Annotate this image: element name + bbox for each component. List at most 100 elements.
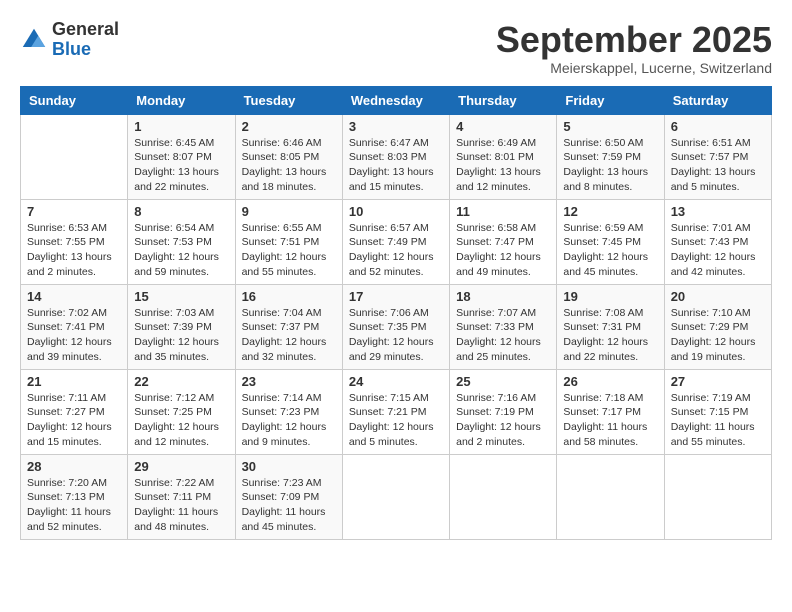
calendar-cell: 16Sunrise: 7:04 AMSunset: 7:37 PMDayligh…: [235, 284, 342, 369]
calendar-week-row: 14 Sunrise: 7:02 AMSunset: 7:41 PMDayligh…: [21, 284, 772, 369]
day-number: 22: [134, 374, 228, 389]
calendar-cell: [342, 454, 449, 539]
day-number: 8: [134, 204, 228, 219]
calendar-cell: 20Sunrise: 7:10 AMSunset: 7:29 PMDayligh…: [664, 284, 771, 369]
day-number: 27: [671, 374, 765, 389]
day-number: 21: [27, 374, 121, 389]
day-info: Sunrise: 7:04 AMSunset: 7:37 PMDaylight:…: [242, 306, 336, 365]
weekday-header-thursday: Thursday: [450, 86, 557, 114]
logo: General Blue: [20, 20, 119, 60]
day-info: Sunrise: 7:22 AMSunset: 7:11 PMDaylight:…: [134, 476, 228, 535]
calendar-cell: 2 Sunrise: 6:46 AMSunset: 8:05 PMDaylight…: [235, 114, 342, 199]
weekday-header-wednesday: Wednesday: [342, 86, 449, 114]
day-number: 29: [134, 459, 228, 474]
day-number: 7: [27, 204, 121, 219]
logo-blue-text: Blue: [52, 39, 91, 59]
calendar-cell: 25 Sunrise: 7:16 AMSunset: 7:19 PMDayligh…: [450, 369, 557, 454]
calendar-cell: 24 Sunrise: 7:15 AMSunset: 7:21 PMDayligh…: [342, 369, 449, 454]
calendar-cell: 12 Sunrise: 6:59 AMSunset: 7:45 PMDayligh…: [557, 199, 664, 284]
day-info: Sunrise: 6:51 AMSunset: 7:57 PMDaylight:…: [671, 136, 765, 195]
page-header: General Blue September 2025 Meierskappel…: [20, 20, 772, 76]
calendar-cell: 26 Sunrise: 7:18 AMSunset: 7:17 PMDayligh…: [557, 369, 664, 454]
calendar-cell: 8 Sunrise: 6:54 AMSunset: 7:53 PMDaylight…: [128, 199, 235, 284]
day-number: 18: [456, 289, 550, 304]
day-info: Sunrise: 7:02 AMSunset: 7:41 PMDaylight:…: [27, 306, 121, 365]
calendar-table: SundayMondayTuesdayWednesdayThursdayFrid…: [20, 86, 772, 540]
weekday-header-friday: Friday: [557, 86, 664, 114]
day-info: Sunrise: 6:53 AMSunset: 7:55 PMDaylight:…: [27, 221, 121, 280]
day-info: Sunrise: 6:50 AMSunset: 7:59 PMDaylight:…: [563, 136, 657, 195]
day-info: Sunrise: 6:49 AMSunset: 8:01 PMDaylight:…: [456, 136, 550, 195]
calendar-cell: 18 Sunrise: 7:07 AMSunset: 7:33 PMDayligh…: [450, 284, 557, 369]
calendar-cell: 27 Sunrise: 7:19 AMSunset: 7:15 PMDayligh…: [664, 369, 771, 454]
day-number: 28: [27, 459, 121, 474]
calendar-cell: 4Sunrise: 6:49 AMSunset: 8:01 PMDaylight…: [450, 114, 557, 199]
calendar-week-row: 28 Sunrise: 7:20 AMSunset: 7:13 PMDayligh…: [21, 454, 772, 539]
weekday-header-row: SundayMondayTuesdayWednesdayThursdayFrid…: [21, 86, 772, 114]
day-info: Sunrise: 7:15 AMSunset: 7:21 PMDaylight:…: [349, 391, 443, 450]
calendar-cell: 17 Sunrise: 7:06 AMSunset: 7:35 PMDayligh…: [342, 284, 449, 369]
day-info: Sunrise: 6:58 AMSunset: 7:47 PMDaylight:…: [456, 221, 550, 280]
title-block: September 2025 Meierskappel, Lucerne, Sw…: [496, 20, 772, 76]
day-number: 2: [242, 119, 336, 134]
day-number: 20: [671, 289, 765, 304]
day-number: 11: [456, 204, 550, 219]
calendar-cell: 13 Sunrise: 7:01 AMSunset: 7:43 PMDayligh…: [664, 199, 771, 284]
day-number: 1: [134, 119, 228, 134]
calendar-cell: 19 Sunrise: 7:08 AMSunset: 7:31 PMDayligh…: [557, 284, 664, 369]
day-info: Sunrise: 7:16 AMSunset: 7:19 PMDaylight:…: [456, 391, 550, 450]
logo-general-text: General: [52, 19, 119, 39]
calendar-week-row: 21 Sunrise: 7:11 AMSunset: 7:27 PMDayligh…: [21, 369, 772, 454]
day-info: Sunrise: 7:07 AMSunset: 7:33 PMDaylight:…: [456, 306, 550, 365]
calendar-cell: 3Sunrise: 6:47 AMSunset: 8:03 PMDaylight…: [342, 114, 449, 199]
day-number: 12: [563, 204, 657, 219]
day-info: Sunrise: 7:23 AMSunset: 7:09 PMDaylight:…: [242, 476, 336, 535]
day-info: Sunrise: 6:57 AMSunset: 7:49 PMDaylight:…: [349, 221, 443, 280]
day-info: Sunrise: 6:46 AMSunset: 8:05 PMDaylight:…: [242, 136, 336, 195]
day-number: 14: [27, 289, 121, 304]
day-info: Sunrise: 7:18 AMSunset: 7:17 PMDaylight:…: [563, 391, 657, 450]
day-info: Sunrise: 6:54 AMSunset: 7:53 PMDaylight:…: [134, 221, 228, 280]
calendar-cell: [557, 454, 664, 539]
day-info: Sunrise: 6:55 AMSunset: 7:51 PMDaylight:…: [242, 221, 336, 280]
logo-icon: [20, 26, 48, 54]
day-info: Sunrise: 7:12 AMSunset: 7:25 PMDaylight:…: [134, 391, 228, 450]
day-number: 26: [563, 374, 657, 389]
day-info: Sunrise: 6:47 AMSunset: 8:03 PMDaylight:…: [349, 136, 443, 195]
weekday-header-tuesday: Tuesday: [235, 86, 342, 114]
calendar-week-row: 1 Sunrise: 6:45 AMSunset: 8:07 PMDaylight…: [21, 114, 772, 199]
day-info: Sunrise: 7:08 AMSunset: 7:31 PMDaylight:…: [563, 306, 657, 365]
day-number: 25: [456, 374, 550, 389]
day-info: Sunrise: 7:20 AMSunset: 7:13 PMDaylight:…: [27, 476, 121, 535]
calendar-cell: 6 Sunrise: 6:51 AMSunset: 7:57 PMDaylight…: [664, 114, 771, 199]
day-info: Sunrise: 7:01 AMSunset: 7:43 PMDaylight:…: [671, 221, 765, 280]
day-number: 15: [134, 289, 228, 304]
calendar-cell: 7 Sunrise: 6:53 AMSunset: 7:55 PMDaylight…: [21, 199, 128, 284]
calendar-cell: 1 Sunrise: 6:45 AMSunset: 8:07 PMDaylight…: [128, 114, 235, 199]
day-number: 23: [242, 374, 336, 389]
calendar-cell: [664, 454, 771, 539]
calendar-cell: 30Sunrise: 7:23 AMSunset: 7:09 PMDayligh…: [235, 454, 342, 539]
day-number: 19: [563, 289, 657, 304]
calendar-cell: 9Sunrise: 6:55 AMSunset: 7:51 PMDaylight…: [235, 199, 342, 284]
weekday-header-sunday: Sunday: [21, 86, 128, 114]
calendar-cell: [450, 454, 557, 539]
calendar-cell: 14 Sunrise: 7:02 AMSunset: 7:41 PMDayligh…: [21, 284, 128, 369]
calendar-week-row: 7 Sunrise: 6:53 AMSunset: 7:55 PMDaylight…: [21, 199, 772, 284]
calendar-cell: 21 Sunrise: 7:11 AMSunset: 7:27 PMDayligh…: [21, 369, 128, 454]
day-number: 6: [671, 119, 765, 134]
day-info: Sunrise: 6:59 AMSunset: 7:45 PMDaylight:…: [563, 221, 657, 280]
day-info: Sunrise: 7:06 AMSunset: 7:35 PMDaylight:…: [349, 306, 443, 365]
day-number: 24: [349, 374, 443, 389]
day-number: 17: [349, 289, 443, 304]
day-info: Sunrise: 7:19 AMSunset: 7:15 PMDaylight:…: [671, 391, 765, 450]
calendar-cell: 5Sunrise: 6:50 AMSunset: 7:59 PMDaylight…: [557, 114, 664, 199]
day-info: Sunrise: 6:45 AMSunset: 8:07 PMDaylight:…: [134, 136, 228, 195]
calendar-cell: 22 Sunrise: 7:12 AMSunset: 7:25 PMDayligh…: [128, 369, 235, 454]
day-info: Sunrise: 7:11 AMSunset: 7:27 PMDaylight:…: [27, 391, 121, 450]
month-title: September 2025: [496, 20, 772, 60]
day-info: Sunrise: 7:14 AMSunset: 7:23 PMDaylight:…: [242, 391, 336, 450]
day-number: 13: [671, 204, 765, 219]
weekday-header-saturday: Saturday: [664, 86, 771, 114]
calendar-cell: [21, 114, 128, 199]
